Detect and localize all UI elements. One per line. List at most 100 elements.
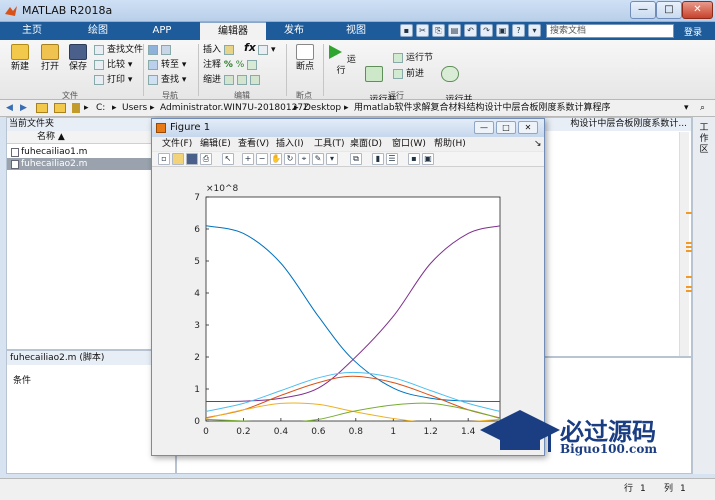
tab-view[interactable]: 视图 [330,22,382,40]
code-analyzer-marker[interactable] [686,250,692,252]
login-link[interactable]: 登录 [684,25,702,38]
code-analyzer-marker[interactable] [686,286,692,288]
colorbar-icon[interactable]: ▮ [372,153,384,165]
hide-plot-tools-icon[interactable]: ▪ [408,153,420,165]
print-button[interactable]: 打印 ▾ [94,74,132,86]
open-button[interactable]: 打开 [36,44,64,73]
figure-maximize-button[interactable]: □ [496,121,516,134]
advance-icon [393,68,403,79]
breakpoints-button[interactable]: 断点 [290,44,320,73]
link-plot-icon[interactable]: ⧉ [350,153,362,165]
tab-publish[interactable]: 发布 [268,22,320,40]
browse-folder-icon[interactable] [54,103,66,113]
figure-title-bar[interactable]: Figure 1 — □ ✕ [152,119,544,137]
brush-icon[interactable]: ✎ [312,153,324,165]
menu-insert[interactable]: 插入(I) [276,137,304,151]
file-item-selected[interactable]: fuhecailiao2.m [7,158,175,170]
name-column-header[interactable]: 名称 ▲ [7,131,175,144]
data-cursor-icon[interactable]: ⌖ [298,153,310,165]
find-button[interactable]: 查找 ▾ [148,74,186,86]
save-button[interactable]: 保存 [64,44,92,73]
pan-icon[interactable]: ✋ [270,153,282,165]
workspace-label[interactable]: 工作区 [698,123,710,156]
code-analyzer-marker[interactable] [686,290,692,292]
switch-windows-icon[interactable]: ▣ [496,24,509,37]
goto-button[interactable]: 转至 ▾ [148,59,186,71]
new-figure-icon[interactable]: ▫ [158,153,170,165]
minimize-button[interactable]: — [630,1,656,19]
menubar-arrow-icon[interactable]: ↘ [534,137,542,151]
print-figure-icon[interactable]: ⎙ [200,153,212,165]
edit-plot-icon[interactable]: ↖ [222,153,234,165]
dropdown-icon[interactable]: ▾ [528,24,541,37]
cut-icon[interactable]: ✂ [416,24,429,37]
path-dropdown-icon[interactable]: ▾ [684,100,689,116]
figure-minimize-button[interactable]: — [474,121,494,134]
up-folder-icon[interactable] [36,103,48,113]
back-forward-buttons[interactable] [148,44,174,56]
forward-nav-icon[interactable]: ▶ [20,100,27,116]
path-segment-folder[interactable]: 用matlab软件求解复合材料结构设计中层合板刚度系数计算程序 [354,100,611,116]
path-segment-users[interactable]: Users [122,100,147,116]
editor-scrollbar[interactable] [679,132,689,356]
compare-button[interactable]: 比较 ▾ [94,59,132,71]
file-item[interactable]: fuhecailiao1.m [7,146,175,158]
tab-apps[interactable]: APP [136,22,188,40]
x-tick-label: 0.2 [236,427,250,437]
fx-button[interactable]: fx [244,42,256,54]
tab-home[interactable]: 主页 [6,22,58,40]
search-documentation-input[interactable]: 搜索文档 [546,24,674,38]
ribbon-tab-bar: 主页 绘图 APP 编辑器 发布 视图 ▪ ✂ ⎘ ▤ ↶ ↷ ▣ ? ▾ 搜索… [0,22,715,40]
menu-help[interactable]: 帮助(H) [434,137,466,151]
show-plot-tools-icon[interactable]: ▣ [422,153,434,165]
editor-tab-title[interactable]: 构设计中层合板刚度系数计... [521,118,691,131]
path-segment-c[interactable]: C: [96,100,105,116]
figure-close-button[interactable]: ✕ [518,121,538,134]
insert-button[interactable]: 插入 [203,44,237,56]
zoom-in-icon[interactable]: + [242,153,254,165]
current-folder-title: 当前文件夹 [7,118,175,131]
menu-desktop[interactable]: 桌面(D) [350,137,382,151]
redo-icon[interactable]: ↷ [480,24,493,37]
divider [143,44,144,96]
y-exponent-label: ×10^8 [206,184,239,194]
code-analyzer-marker[interactable] [686,212,692,214]
paste-icon[interactable]: ▤ [448,24,461,37]
search-path-icon[interactable]: ⌕ [700,100,705,116]
new-button[interactable]: 新建 [6,44,34,73]
menu-view[interactable]: 查看(V) [238,137,269,151]
address-bar[interactable]: ◀ ▶ ▸ C: ▸ Users ▸ Administrator.WIN7U-2… [0,100,715,117]
path-segment-desktop[interactable]: Desktop [304,100,341,116]
advance-button[interactable]: 前进 [393,68,424,80]
path-segment-admin[interactable]: Administrator.WIN7U-20180127Z [160,100,309,116]
close-button[interactable]: ✕ [682,1,713,19]
tab-editor[interactable]: 编辑器 [200,22,266,40]
help-icon[interactable]: ? [512,24,525,37]
menu-edit[interactable]: 编辑(E) [200,137,231,151]
menu-window[interactable]: 窗口(W) [392,137,426,151]
code-analyzer-marker[interactable] [686,242,692,244]
indent-button[interactable]: 缩进 [203,74,263,86]
undo-icon[interactable]: ↶ [464,24,477,37]
tab-plots[interactable]: 绘图 [72,22,124,40]
insert-menu-icon[interactable]: ▾ [258,44,276,56]
back-nav-icon[interactable]: ◀ [6,100,13,116]
brush-dropdown-icon[interactable]: ▾ [326,153,338,165]
open-file-icon[interactable] [172,153,184,165]
save-figure-icon[interactable] [186,153,198,165]
menu-tools[interactable]: 工具(T) [314,137,345,151]
legend-icon[interactable]: ☰ [386,153,398,165]
run-section-button[interactable]: 运行节 [393,52,433,64]
zoom-out-icon[interactable]: − [256,153,268,165]
rotate-3d-icon[interactable]: ↻ [284,153,296,165]
find-files-button[interactable]: 查找文件 [94,44,143,56]
menu-file[interactable]: 文件(F) [162,137,192,151]
code-analyzer-marker[interactable] [686,246,692,248]
comment-button[interactable]: 注释 % % [203,59,260,71]
code-analyzer-marker[interactable] [686,276,692,278]
maximize-button[interactable]: □ [656,1,682,19]
save-quick-icon[interactable]: ▪ [400,24,413,37]
run-button[interactable]: 运行 [326,44,356,77]
y-tick-label: 3 [194,321,200,331]
copy-icon[interactable]: ⎘ [432,24,445,37]
